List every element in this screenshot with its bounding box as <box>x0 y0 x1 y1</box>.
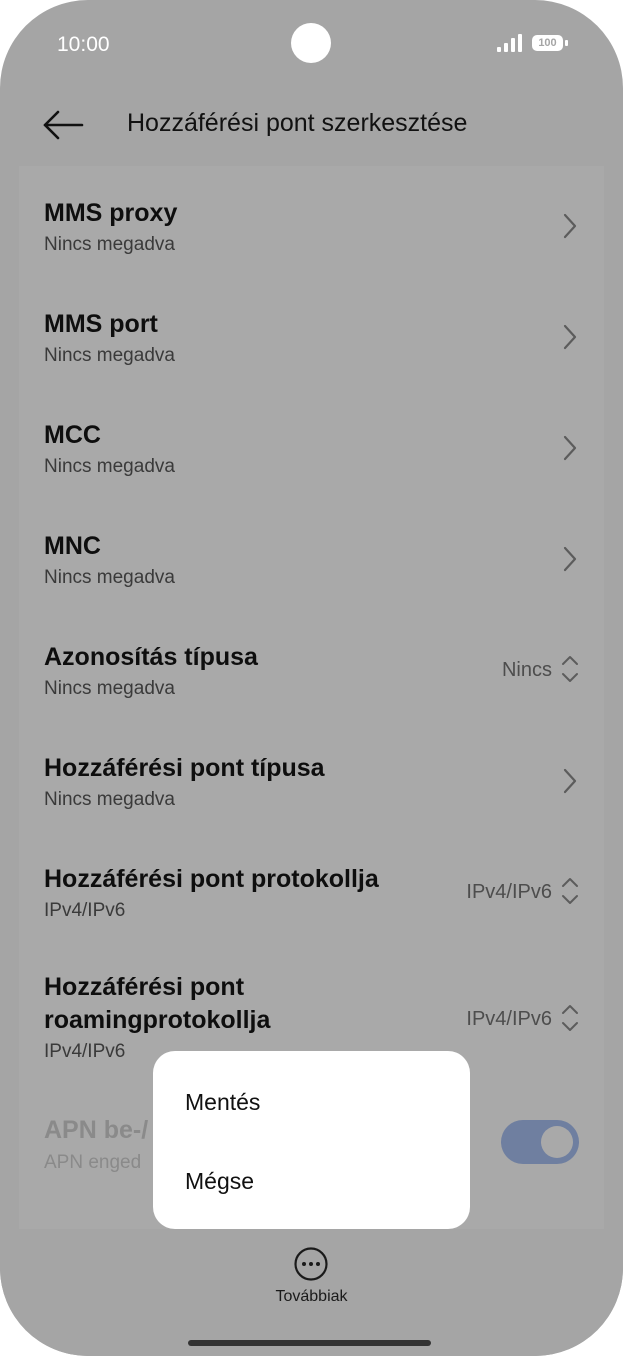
status-bar: 10:00 100 <box>0 0 623 90</box>
row-apn-protocol[interactable]: Hozzáférési pont protokollja IPv4/IPv6 I… <box>19 832 604 943</box>
header: Hozzáférési pont szerkesztése <box>0 95 623 155</box>
up-down-icon <box>562 878 578 904</box>
status-time: 10:00 <box>57 33 110 56</box>
more-label[interactable]: Továbbiak <box>0 1288 623 1306</box>
row-subtitle: IPv4/IPv6 <box>44 900 126 921</box>
row-title-line1: Hozzáférési pont <box>44 973 245 1001</box>
row-subtitle: IPv4/IPv6 <box>44 1041 126 1062</box>
chevron-right-icon <box>563 435 577 461</box>
row-subtitle: Nincs megadva <box>44 567 175 588</box>
row-mms-port[interactable]: MMS port Nincs megadva <box>19 277 604 388</box>
apn-enable-toggle[interactable] <box>501 1120 579 1164</box>
signal-icon <box>497 34 522 52</box>
row-subtitle: Nincs megadva <box>44 234 175 255</box>
more-icon[interactable] <box>293 1246 329 1282</box>
row-title: Hozzáférési pont protokollja <box>44 865 379 893</box>
battery-level: 100 <box>538 37 557 49</box>
row-subtitle: Nincs megadva <box>44 345 175 366</box>
row-value: Nincs <box>501 659 552 681</box>
row-title: APN be-/ <box>44 1116 149 1144</box>
bottom-bar: Továbbiak <box>0 1229 623 1356</box>
page-title: Hozzáférési pont szerkesztése <box>127 109 468 137</box>
cancel-menu-item[interactable]: Mégse <box>185 1168 254 1195</box>
row-title-line2: roamingprotokollja <box>44 1006 271 1034</box>
row-auth-type[interactable]: Azonosítás típusa Nincs megadva Nincs <box>19 610 604 721</box>
row-subtitle: Nincs megadva <box>44 678 175 699</box>
overflow-menu: Mentés Mégse <box>153 1051 470 1229</box>
battery-icon: 100 <box>532 35 563 51</box>
row-subtitle: Nincs megadva <box>44 789 175 810</box>
row-title: MCC <box>44 421 101 449</box>
home-indicator[interactable] <box>188 1340 431 1346</box>
row-title: MMS port <box>44 310 158 338</box>
camera-cutout <box>291 23 331 63</box>
back-arrow-icon[interactable] <box>40 105 86 145</box>
row-mnc[interactable]: MNC Nincs megadva <box>19 499 604 610</box>
battery-tip <box>565 40 568 46</box>
row-title: MMS proxy <box>44 199 178 227</box>
chevron-right-icon <box>563 324 577 350</box>
up-down-icon <box>562 656 578 682</box>
row-subtitle: Nincs megadva <box>44 456 175 477</box>
chevron-right-icon <box>563 213 577 239</box>
row-mms-proxy[interactable]: MMS proxy Nincs megadva <box>19 166 604 277</box>
row-mcc[interactable]: MCC Nincs megadva <box>19 388 604 499</box>
chevron-right-icon <box>563 546 577 572</box>
phone-screen: 10:00 100 Hozzáférési pont szerkesztése … <box>0 0 623 1356</box>
row-value: IPv4/IPv6 <box>466 881 552 903</box>
row-subtitle: APN enged <box>44 1152 142 1173</box>
row-title: Hozzáférési pont típusa <box>44 754 325 782</box>
chevron-right-icon <box>563 768 577 794</box>
toggle-knob <box>541 1126 573 1158</box>
save-menu-item[interactable]: Mentés <box>185 1089 260 1116</box>
row-title: MNC <box>44 532 101 560</box>
row-title: Azonosítás típusa <box>44 643 258 671</box>
up-down-icon <box>562 1005 578 1031</box>
row-value: IPv4/IPv6 <box>466 1008 552 1030</box>
row-apn-type[interactable]: Hozzáférési pont típusa Nincs megadva <box>19 721 604 832</box>
